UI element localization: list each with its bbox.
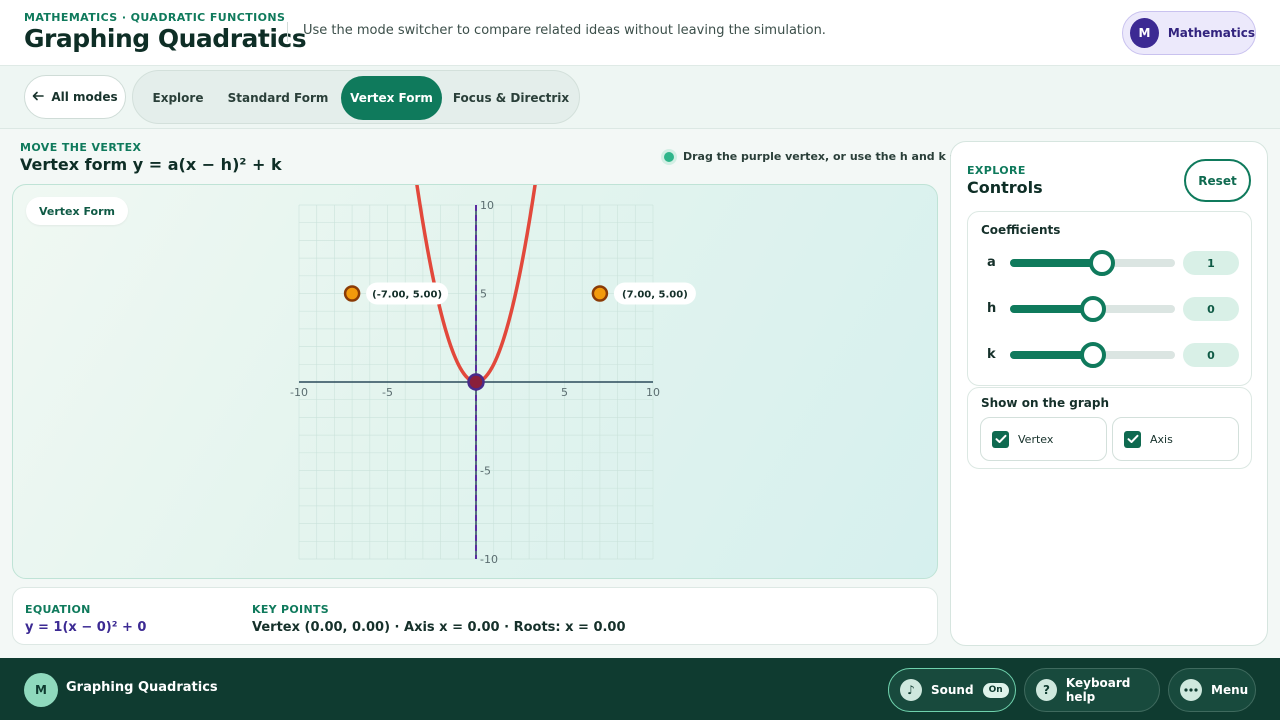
tab-focus-directrix[interactable]: Focus & Directrix <box>449 76 573 120</box>
points-layer[interactable]: (-7.00, 5.00) (7.00, 5.00) <box>343 282 696 391</box>
subject-chip[interactable]: M Mathematics <box>1122 11 1256 55</box>
symmetric-point[interactable] <box>591 285 609 302</box>
sound-label: Sound <box>931 683 974 697</box>
vertex-toggle[interactable]: Vertex <box>980 417 1107 461</box>
y-tick-label: -10 <box>480 553 498 566</box>
keyboard-help-button[interactable]: ? Keyboard help <box>1024 668 1160 712</box>
mode-bar: All modes Explore Standard Form Vertex F… <box>0 66 1280 129</box>
y-tick-label: 5 <box>480 288 487 301</box>
page-title: Graphing Quadratics <box>24 24 307 53</box>
slider-k-track[interactable] <box>1010 342 1175 368</box>
axis-toggle[interactable]: Axis <box>1112 417 1239 461</box>
axis-toggle-label: Axis <box>1150 432 1173 446</box>
slider-h-track[interactable] <box>1010 296 1175 322</box>
checkbox-checked-icon[interactable] <box>992 430 1009 448</box>
info-panel: EQUATION y = 1(x − 0)² + 0 KEY POINTS Ve… <box>12 587 938 645</box>
vertex-toggle-label: Vertex <box>1018 432 1054 446</box>
graph-panel[interactable]: -10 -5 5 10 10 5 -5 -10 (-7.00, 5.00) (7.00, 5.0… <box>12 184 938 579</box>
x-tick-label: 5 <box>561 386 568 399</box>
key-points-label: KEY POINTS <box>252 603 329 616</box>
arrow-left-icon <box>32 90 45 104</box>
all-modes-button[interactable]: All modes <box>24 75 126 119</box>
symmetric-point[interactable] <box>343 285 361 302</box>
x-tick-label: -5 <box>382 386 393 399</box>
equation-label: EQUATION <box>25 603 91 616</box>
show-on-graph-card: Show on the graph Vertex Axis <box>967 387 1252 469</box>
help-icon: ? <box>1036 679 1057 701</box>
menu-button[interactable]: Menu <box>1168 668 1256 712</box>
breadcrumb: MATHEMATICS · QUADRATIC FUNCTIONS <box>24 11 286 24</box>
subject-name: Mathematics <box>1167 26 1255 40</box>
app-header: MATHEMATICS · QUADRATIC FUNCTIONS Graphi… <box>0 0 1280 66</box>
vertex-handle[interactable] <box>467 373 485 391</box>
slider-k-value: 0 <box>1183 343 1239 367</box>
slider-a: a 1 <box>968 248 1253 278</box>
slider-h-label: h <box>987 301 997 316</box>
music-note-icon: ♪ <box>900 679 922 701</box>
slider-h-value: 0 <box>1183 297 1239 321</box>
show-on-graph-title: Show on the graph <box>981 396 1109 410</box>
checkbox-checked-icon[interactable] <box>1124 430 1141 448</box>
sound-state-badge: On <box>982 682 1009 698</box>
point-label: (7.00, 5.00) <box>622 290 688 301</box>
x-tick-label: -10 <box>290 386 308 399</box>
keyboard-help-label: Keyboard help <box>1065 676 1131 704</box>
header-divider <box>287 22 288 42</box>
slider-a-track[interactable] <box>1010 250 1175 276</box>
controls-panel: EXPLORE Controls Reset Coefficients a 1 … <box>950 141 1268 646</box>
graph-mode-badge: Vertex Form <box>26 197 128 225</box>
bottom-bar: M Graphing Quadratics ♪ Sound On ? Keybo… <box>0 658 1280 720</box>
header-hint: Use the mode switcher to compare related… <box>303 23 826 38</box>
slider-h-thumb[interactable] <box>1079 296 1106 322</box>
avatar: M <box>24 673 58 707</box>
section-title: Vertex form y = a(x − h)² + k <box>20 155 282 174</box>
x-tick-label: 10 <box>646 386 660 399</box>
menu-label: Menu <box>1211 683 1249 697</box>
key-points-value: Vertex (0.00, 0.00) · Axis x = 0.00 · Ro… <box>252 620 626 635</box>
controls-title: Controls <box>967 178 1043 197</box>
controls-kicker: EXPLORE <box>967 164 1026 177</box>
sound-button[interactable]: ♪ Sound On <box>888 668 1016 712</box>
avatar: M <box>1130 18 1159 48</box>
coefficients-card: Coefficients a 1 h 0 k 0 <box>967 211 1252 386</box>
section-kicker: MOVE THE VERTEX <box>20 141 142 154</box>
slider-k-label: k <box>987 347 996 362</box>
mode-switcher: Explore Standard Form Vertex Form Focus … <box>132 70 580 124</box>
slider-a-label: a <box>987 255 996 270</box>
slider-h: h 0 <box>968 294 1253 324</box>
bottom-bar-title: Graphing Quadratics <box>66 680 218 695</box>
coefficients-title: Coefficients <box>981 223 1061 237</box>
y-tick-label: 10 <box>480 199 494 212</box>
slider-k-thumb[interactable] <box>1079 342 1106 368</box>
all-modes-label: All modes <box>51 90 118 104</box>
tab-vertex-form[interactable]: Vertex Form <box>341 76 442 120</box>
tab-explore[interactable]: Explore <box>140 76 216 120</box>
equation-value: y = 1(x − 0)² + 0 <box>25 620 147 635</box>
slider-a-value: 1 <box>1183 251 1239 275</box>
reset-button[interactable]: Reset <box>1184 159 1251 202</box>
point-label: (-7.00, 5.00) <box>372 290 442 301</box>
tab-standard-form[interactable]: Standard Form <box>222 76 334 120</box>
more-dots-icon <box>1180 679 1202 701</box>
y-tick-label: -5 <box>480 465 491 478</box>
hint-dot-icon <box>664 151 674 162</box>
slider-k: k 0 <box>968 340 1253 370</box>
drag-hint-text: Drag the purple vertex, or use the h and… <box>683 150 996 163</box>
slider-a-thumb[interactable] <box>1089 250 1116 276</box>
graph-canvas[interactable]: -10 -5 5 10 10 5 -5 -10 (-7.00, 5.00) (7.00, 5.0… <box>13 185 938 579</box>
drag-hint: Drag the purple vertex, or use the h and… <box>664 150 995 163</box>
